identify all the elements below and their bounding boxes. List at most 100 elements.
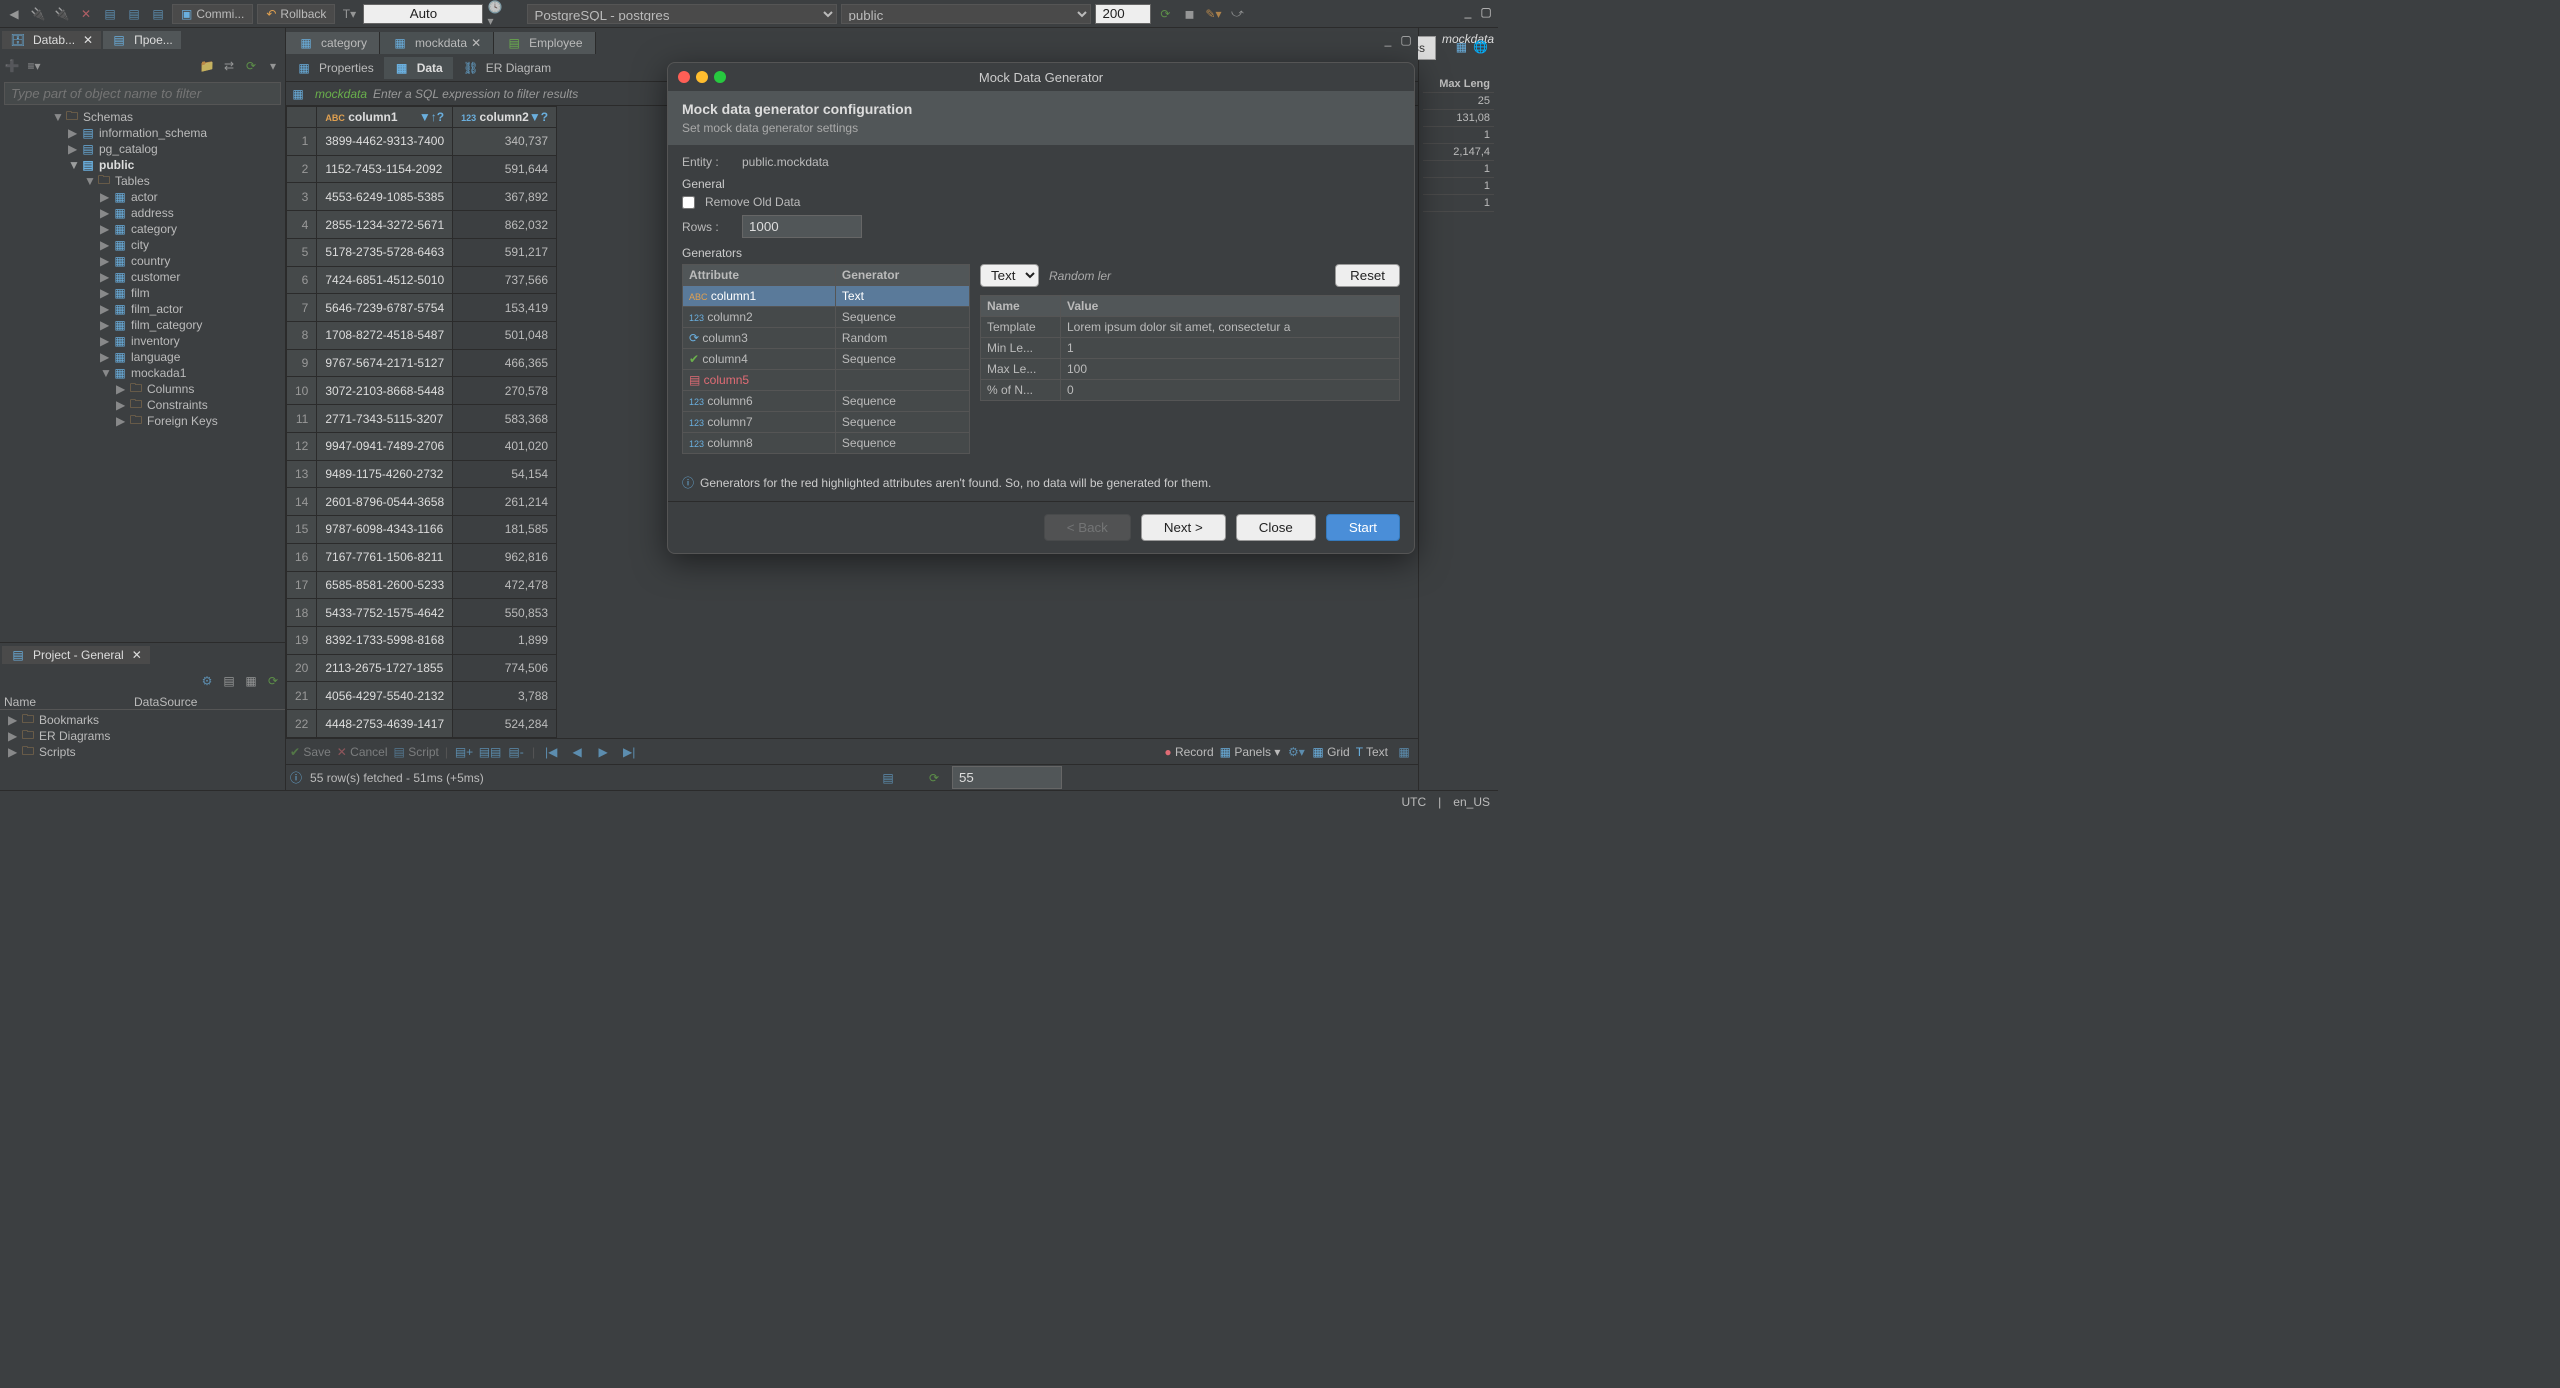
cell[interactable]: 3899-4462-9313-7400	[317, 128, 453, 156]
row-number[interactable]: 13	[287, 460, 317, 488]
cell[interactable]: 6585-8581-2600-5233	[317, 571, 453, 599]
auto-commit-select[interactable]	[363, 4, 483, 24]
table-inventory[interactable]: inventory	[131, 334, 180, 348]
tree-filter-input[interactable]	[4, 82, 281, 105]
panels-button[interactable]: ▦ Panels ▾	[1220, 745, 1281, 759]
col-header-2[interactable]: 123 column2 ▼?	[453, 107, 557, 128]
filter-hint[interactable]: Enter a SQL expression to filter results	[373, 87, 578, 101]
first-icon[interactable]: |◀	[541, 742, 561, 762]
next-icon[interactable]: ⤻	[1227, 4, 1247, 24]
cell[interactable]: 550,853	[453, 599, 557, 627]
generator-type-select[interactable]: Text	[980, 264, 1039, 287]
export-icon[interactable]: ▤	[878, 768, 898, 788]
gear-icon[interactable]: ⚙	[197, 671, 217, 691]
cell[interactable]: 2771-7343-5115-3207	[317, 405, 453, 433]
row-number[interactable]: 17	[287, 571, 317, 599]
row-number[interactable]: 14	[287, 488, 317, 516]
gen-type-cell[interactable]: Sequence	[835, 307, 969, 328]
close-icon[interactable]: ✕	[83, 33, 93, 47]
close-button[interactable]: Close	[1236, 514, 1316, 541]
cell[interactable]: 9947-0941-7489-2706	[317, 432, 453, 460]
er-node[interactable]: ER Diagrams	[39, 729, 110, 743]
tables-node[interactable]: Tables	[115, 174, 150, 188]
cell[interactable]: 4056-4297-5540-2132	[317, 682, 453, 710]
sql2-icon[interactable]: ▤	[124, 4, 144, 24]
cell[interactable]: 5433-7752-1575-4642	[317, 599, 453, 627]
row-number[interactable]: 19	[287, 626, 317, 654]
cancel-button[interactable]: ✕ Cancel	[337, 745, 388, 759]
close-window-icon[interactable]	[678, 71, 690, 83]
row-number[interactable]: 16	[287, 543, 317, 571]
cell[interactable]: 7424-6851-4512-5010	[317, 266, 453, 294]
cell[interactable]: 501,048	[453, 322, 557, 350]
cell[interactable]: 401,020	[453, 432, 557, 460]
table-film-actor[interactable]: film_actor	[131, 302, 183, 316]
row-number[interactable]: 1	[287, 128, 317, 156]
grid-button[interactable]: ▦ Grid	[1312, 745, 1349, 759]
schema-select[interactable]: public	[841, 4, 1091, 24]
copy-icon[interactable]: ▤	[219, 671, 239, 691]
cell[interactable]: 153,419	[453, 294, 557, 322]
del-row-icon[interactable]: ▤-	[506, 742, 526, 762]
editor-tab-category[interactable]: ▦category	[286, 32, 380, 54]
rows-input[interactable]	[742, 215, 862, 238]
refresh-icon[interactable]: ⟳	[1155, 4, 1175, 24]
save-button[interactable]: ✔ Save	[290, 745, 331, 759]
row-number[interactable]: 21	[287, 682, 317, 710]
table-category[interactable]: category	[131, 222, 177, 236]
subtab-er[interactable]: ⛓ER Diagram	[453, 57, 561, 79]
close-icon[interactable]: ✕	[471, 36, 481, 50]
reset-button[interactable]: Reset	[1335, 264, 1400, 287]
edit-connection-icon[interactable]: ≡▾	[24, 56, 44, 76]
cell[interactable]: 1152-7453-1154-2092	[317, 155, 453, 183]
table-film[interactable]: film	[131, 286, 150, 300]
cell[interactable]: 1,899	[453, 626, 557, 654]
refresh-icon[interactable]: ⟳	[924, 768, 944, 788]
tx-icon[interactable]: T▾	[339, 4, 359, 24]
nav-back-icon[interactable]: ◀	[4, 4, 24, 24]
row-number[interactable]: 22	[287, 710, 317, 738]
gen-type-cell[interactable]: Sequence	[835, 412, 969, 433]
minimize-icon[interactable]: _	[1460, 4, 1476, 20]
cell[interactable]: 5178-2735-5728-6463	[317, 238, 453, 266]
gen-attr-cell[interactable]: 123 column2	[683, 307, 836, 328]
link-icon[interactable]: ⇄	[219, 56, 239, 76]
tab-project-general[interactable]: ▤ Project - General ✕	[2, 646, 150, 664]
gen-attr-cell[interactable]: 123 column7	[683, 412, 836, 433]
record-button[interactable]: ● Record	[1164, 745, 1213, 759]
row-number[interactable]: 10	[287, 377, 317, 405]
gen-attr-cell[interactable]: 123 column6	[683, 391, 836, 412]
row-number[interactable]: 5	[287, 238, 317, 266]
text-button[interactable]: T Text	[1356, 745, 1388, 759]
gen-attr-cell[interactable]: ▤ column5	[683, 370, 836, 391]
prop-value[interactable]: 100	[1061, 359, 1400, 380]
row-number[interactable]: 18	[287, 599, 317, 627]
cell[interactable]: 591,644	[453, 155, 557, 183]
cell[interactable]: 9767-5674-2171-5127	[317, 349, 453, 377]
sql3-icon[interactable]: ▤	[148, 4, 168, 24]
cell[interactable]: 862,032	[453, 211, 557, 239]
collapse-icon[interactable]: 📁	[197, 56, 217, 76]
table-language[interactable]: language	[131, 350, 180, 364]
commit-button[interactable]: ▣Commi...	[172, 4, 253, 24]
prop-value[interactable]: Lorem ipsum dolor sit amet, consectetur …	[1061, 317, 1400, 338]
gen-attr-cell[interactable]: ABC column1	[683, 286, 836, 307]
prev-icon[interactable]: ◀	[567, 742, 587, 762]
cell[interactable]: 367,892	[453, 183, 557, 211]
cell[interactable]: 524,284	[453, 710, 557, 738]
cell[interactable]: 54,154	[453, 460, 557, 488]
minimize-window-icon[interactable]	[696, 71, 708, 83]
stop-icon[interactable]: ◼	[1179, 4, 1199, 24]
datasource-select[interactable]: PostgreSQL - postgres	[527, 4, 837, 24]
editor-tab-employee[interactable]: ▤Employee	[494, 32, 595, 54]
row-number[interactable]: 4	[287, 211, 317, 239]
start-button[interactable]: Start	[1326, 514, 1400, 541]
table-city[interactable]: city	[131, 238, 149, 252]
table-country[interactable]: country	[131, 254, 170, 268]
connect2-icon[interactable]: 🔌	[52, 4, 72, 24]
cell[interactable]: 2855-1234-3272-5671	[317, 211, 453, 239]
rollback-button[interactable]: ↶Rollback	[257, 4, 335, 24]
menu-icon[interactable]: ▾	[263, 56, 283, 76]
gen-type-cell[interactable]	[835, 370, 969, 391]
row-number[interactable]: 20	[287, 654, 317, 682]
